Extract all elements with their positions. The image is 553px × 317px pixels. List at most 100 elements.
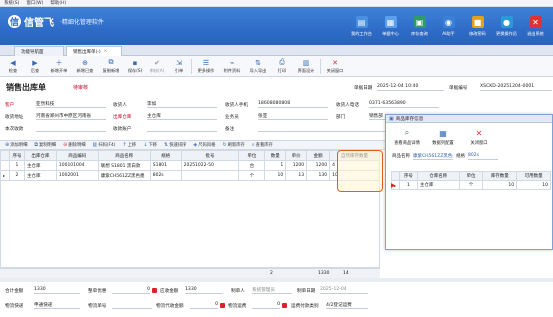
table-cell[interactable]: 1 (398, 180, 418, 190)
table-cell[interactable]: 1002001 (55, 170, 99, 181)
move-up-button[interactable]: ↑ 上移 (119, 142, 139, 148)
table-row[interactable]: 1 主仓库 100101004 联想 S1801 黑白款 S1801 20251… (0, 160, 380, 171)
table-cell[interactable]: 802s (149, 170, 182, 181)
customer-field[interactable]: 亚然科技 (36, 100, 106, 108)
audit-button[interactable]: ✔ 审核(A) (146, 57, 168, 76)
discount-field[interactable]: 0 (112, 286, 150, 294)
tracking-no-field[interactable] (112, 301, 152, 309)
tab-sales-outbound[interactable]: 销售出库单(-) × (66, 46, 122, 56)
refresh-stock-button[interactable]: ↻ 刷新库存 (219, 142, 247, 148)
column-config-button[interactable]: ▦ 数据列配置 (428, 127, 458, 147)
prev-button[interactable]: ◀ 检查 (2, 57, 24, 76)
page-title: 销售出库单 (6, 82, 46, 92)
doc-date-field[interactable]: 2025-12-04 10:40 (377, 83, 444, 91)
horizontal-scrollbar[interactable] (0, 278, 553, 282)
layout-design-button[interactable]: ▥ 界面设计 (293, 57, 319, 76)
table-cell[interactable]: 主仓库 (23, 170, 57, 181)
table-cell[interactable]: 1 (264, 160, 287, 171)
close-window-button[interactable]: ✕ 关闭窗口 (322, 57, 348, 76)
doc-no-field[interactable]: XSCKD-20251204-0001 (480, 83, 552, 91)
exit-system-button[interactable]: ✕ 退出系统 (522, 9, 549, 39)
table-cell[interactable]: 10 (482, 180, 518, 190)
inventory-query-button[interactable]: ▣ 库存查询 (406, 9, 433, 39)
copy-new-button[interactable]: ⧉ 复制新增 (98, 57, 124, 76)
view-stock-button[interactable]: ⌕ 查看库存 (249, 142, 276, 148)
stock-header-cell: 仓库名称 (416, 171, 460, 181)
freight-field[interactable]: 0 (252, 301, 280, 309)
table-cell[interactable]: 个 (458, 180, 484, 190)
delete-detail-button[interactable]: ⊖ 删除明细 (60, 142, 88, 148)
save-button[interactable]: ▪ 保存(S) (124, 57, 146, 76)
print-button[interactable]: ⎙ 打印 (271, 57, 293, 76)
payment-field[interactable] (36, 124, 106, 132)
document-center-button[interactable]: ▦ 单据中心 (377, 9, 404, 39)
size-style-button[interactable]: ◈ 尺码风格 (190, 142, 218, 148)
table-cell[interactable]: 康紫CH561ZZ黑色墨 (97, 170, 151, 181)
table-cell[interactable]: 联想 S1801 黑白款 (97, 160, 151, 171)
table-row[interactable]: ▸ 2 主仓库 1002001 康紫CH561ZZ黑色墨 802s 个 10 1… (0, 170, 380, 181)
more-actions-button[interactable]: ☰ 更多操作 (193, 57, 219, 76)
dialog-close-button[interactable]: ✕ 关闭窗口 (464, 127, 494, 147)
warehouse-field[interactable]: 主仓库 (147, 112, 217, 120)
quick-sort-button[interactable]: ⇅ 快速排序 (161, 142, 189, 148)
scan-button[interactable]: ▥ 扫码(F4) (90, 142, 119, 148)
salesperson-field[interactable]: 张亚 (258, 112, 328, 120)
warehouse-label[interactable]: 出库仓库 (113, 114, 131, 120)
table-cell[interactable]: 130 (306, 170, 331, 181)
copy-detail-button[interactable]: ⧉ 复制明细 (31, 142, 59, 148)
freight-mode-field[interactable]: 4/2登记运费 (326, 301, 368, 309)
table-cell[interactable]: 个 (238, 170, 266, 181)
tab-close-icon[interactable]: × (104, 49, 108, 54)
view-product-detail-button[interactable]: ⌕ 查看商品详情 (392, 127, 422, 147)
import-export-button[interactable]: ⇅ 导入导出 (245, 57, 271, 76)
table-cell[interactable]: 主仓库 (23, 160, 57, 171)
shipping-company-field[interactable]: 申通快递 (34, 301, 80, 309)
table-cell[interactable] (180, 170, 240, 181)
total-qty: 2 (270, 271, 273, 276)
workbench-button[interactable]: ▤ 我的工作台 (348, 9, 375, 39)
grid-header-row: 序号 出库仓库 商品编码 商品名称 规格 批号 单位 数量 单价 金额 自然库存… (0, 150, 380, 161)
table-cell[interactable]: 10 (516, 180, 551, 190)
new-checked-button[interactable]: ⊕ 新增已查 (72, 57, 98, 76)
table-cell[interactable]: 台 (238, 160, 266, 171)
reference-button[interactable]: ⇲ 引单 (168, 57, 190, 76)
ai-icon: ◉ (442, 16, 455, 28)
account-field[interactable] (147, 124, 217, 132)
discount-calc-icon[interactable] (152, 288, 157, 293)
table-cell[interactable]: 10 (264, 170, 287, 181)
table-cell[interactable]: 13 (285, 170, 308, 181)
switch-operator-button[interactable]: ● 更换操作员 (493, 9, 520, 39)
address-field[interactable]: 河南省郑州市中原区河南省 (36, 112, 106, 120)
receiver-mobile-field[interactable]: 18608080808 (258, 100, 328, 108)
table-cell[interactable]: 1200 (306, 160, 331, 171)
table-cell[interactable]: 20251022-50 (180, 160, 240, 171)
dialog-titlebar[interactable]: ▣ 商品库存信息 (386, 115, 552, 123)
table-cell[interactable]: S1801 (149, 160, 182, 171)
cod-amount-field[interactable]: 0 (190, 301, 218, 309)
new-button[interactable]: ＋新增开单 (46, 57, 72, 76)
tab-navigation[interactable]: 功能导航面 (14, 46, 64, 56)
table-cell[interactable]: 2 (8, 170, 25, 181)
table-cell[interactable]: 1 (8, 160, 25, 171)
receiver-phone-field[interactable]: 0371-63563890 (369, 100, 439, 108)
add-detail-button[interactable]: ⊕ 添加明细 (2, 142, 30, 148)
next-button[interactable]: ▶ 后查 (24, 57, 46, 76)
search-icon: ⌕ (404, 128, 410, 137)
table-row[interactable]: ▸ 1 主仓库 个 10 10 (391, 180, 551, 190)
change-password-button[interactable]: ■ 修改密码 (464, 9, 491, 39)
receiver-field[interactable]: 李如 (147, 100, 217, 108)
menu-help[interactable]: 帮助(H) (50, 0, 66, 6)
table-cell[interactable]: 100101004 (55, 160, 99, 171)
table-cell[interactable]: 主仓库 (416, 180, 460, 190)
cod-calc-icon[interactable] (220, 303, 225, 308)
move-down-button[interactable]: ↓ 下移 (140, 142, 160, 148)
grid-header-cell: 出库仓库 (23, 150, 57, 161)
attachments-button[interactable]: ⌁ 附件资料 (219, 57, 245, 76)
menu-system[interactable]: 系统(S) (4, 0, 19, 6)
table-cell[interactable]: 1200 (285, 160, 308, 171)
customer-label[interactable]: 客户 (5, 102, 14, 108)
menu-window[interactable]: 窗口(W) (26, 0, 43, 6)
close-icon: ✕ (332, 58, 338, 67)
ai-assistant-button[interactable]: ◉ AI助手 (435, 9, 462, 39)
freight-calc-icon[interactable] (282, 303, 287, 308)
